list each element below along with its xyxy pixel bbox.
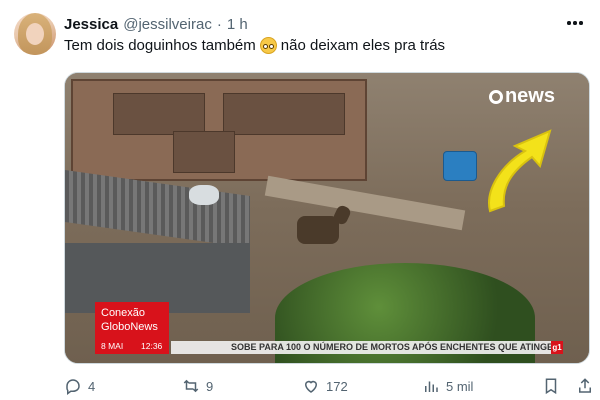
logo-text: news	[504, 85, 555, 107]
news-ticker: SOBE PARA 100 O NÚMERO DE MORTOS APÓS EN…	[171, 341, 561, 354]
tweet-time[interactable]: 1 h	[227, 16, 248, 33]
yellow-arrow-icon	[488, 129, 552, 213]
like-count: 172	[326, 378, 348, 394]
views-button[interactable]: 5 mil	[422, 376, 473, 396]
views-chart-icon	[425, 381, 438, 392]
tweet-text-part2: não deixam eles pra trás	[280, 37, 446, 54]
tweet-media-image[interactable]: news Conexão GloboNews 8 MAI 12:36 SOBE …	[64, 72, 590, 364]
repost-icon	[183, 379, 199, 393]
globonews-logo: news	[488, 85, 555, 108]
floating-tub	[189, 185, 219, 205]
like-button[interactable]: 172	[302, 376, 348, 396]
reply-count: 4	[88, 378, 96, 394]
g1-badge: g1	[551, 341, 563, 354]
badge-date: 8 MAI	[101, 341, 124, 351]
reply-icon	[66, 379, 80, 395]
horse-on-roof	[297, 216, 339, 244]
repost-button[interactable]: 9	[182, 376, 213, 396]
author-name[interactable]: Jessica	[64, 16, 118, 33]
views-count: 5 mil	[446, 378, 474, 394]
program-badge: Conexão GloboNews 8 MAI 12:36	[95, 302, 169, 354]
bookmark-icon	[545, 378, 557, 395]
share-button[interactable]	[576, 376, 594, 396]
tweet-text: Tem dois doguinhos também não deixam ele…	[64, 37, 445, 54]
heart-icon	[304, 380, 318, 393]
repost-count: 9	[206, 378, 214, 394]
pleading-face-icon	[259, 37, 277, 54]
badge-line2: GloboNews	[101, 321, 158, 333]
avatar[interactable]	[14, 13, 56, 55]
tweet-text-part1: Tem dois doguinhos também	[64, 37, 256, 54]
tweet-actions: 4 9 172 5 mil	[64, 376, 594, 396]
bookmark-button[interactable]	[542, 376, 560, 396]
flooded-house	[71, 79, 367, 181]
author-handle[interactable]: @jessilveirac	[123, 16, 212, 33]
header-separator: ·	[216, 15, 222, 33]
avatar-face	[26, 23, 44, 45]
globo-ring-icon	[488, 89, 503, 104]
share-icon	[579, 378, 591, 393]
badge-line1: Conexão	[101, 307, 146, 319]
reply-button[interactable]: 4	[64, 376, 95, 396]
more-options-icon[interactable]	[564, 12, 586, 34]
badge-time: 12:36	[141, 341, 163, 351]
tweet-header: Jessica @jessilveirac · 1 h	[64, 13, 248, 35]
